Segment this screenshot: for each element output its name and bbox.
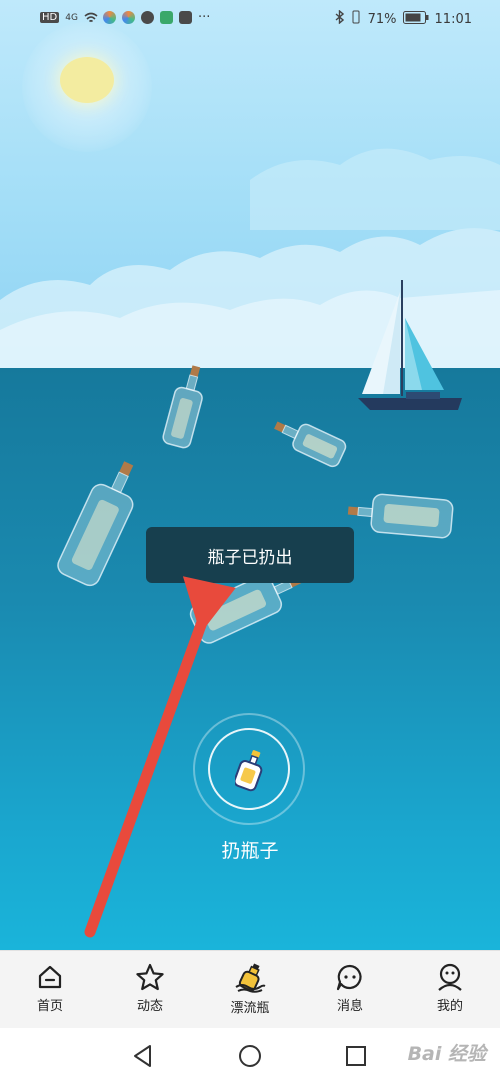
tab-activity-label: 动态 bbox=[136, 999, 163, 1014]
chat-icon bbox=[336, 964, 362, 991]
tab-activity[interactable]: 动态 bbox=[100, 951, 200, 1029]
floating-bottles bbox=[57, 365, 454, 644]
wifi-icon bbox=[84, 11, 98, 24]
bottle bbox=[347, 493, 454, 539]
tab-messages[interactable]: 消息 bbox=[300, 951, 400, 1029]
signal-indicator: 4G bbox=[65, 12, 78, 23]
network-type: HD bbox=[40, 12, 60, 23]
bluetooth-icon bbox=[335, 9, 344, 28]
tab-profile[interactable]: 我的 bbox=[400, 951, 500, 1029]
battery-percent: 71% bbox=[367, 11, 397, 27]
tab-drift-bottle[interactable]: 漂流瓶 bbox=[200, 951, 300, 1029]
message-notification-icon bbox=[140, 11, 154, 24]
more-notifications-icon: ··· bbox=[197, 10, 211, 25]
tab-home[interactable]: 首页 bbox=[0, 951, 100, 1029]
app-notification-icon bbox=[102, 11, 116, 24]
status-bar: HD 4G ··· 71% 11:01 bbox=[0, 0, 500, 38]
mail-notification-icon bbox=[178, 11, 192, 24]
profile-icon bbox=[438, 963, 462, 991]
tab-drift-bottle-label: 漂流瓶 bbox=[230, 1001, 270, 1016]
bottle bbox=[274, 421, 347, 468]
drift-bottle-icon bbox=[235, 963, 266, 993]
battery-icon bbox=[402, 10, 429, 28]
app-notification-icon-3 bbox=[159, 11, 173, 24]
annotation-arrow bbox=[84, 576, 236, 938]
bottom-tab-bar: 首页 动态 漂流瓶 消息 我的 bbox=[0, 950, 500, 1029]
tab-profile-label: 我的 bbox=[436, 999, 463, 1014]
tab-home-label: 首页 bbox=[36, 999, 63, 1014]
watermark: Bai 经验 bbox=[407, 1043, 486, 1065]
recent-apps-icon[interactable] bbox=[345, 1045, 367, 1067]
home-icon bbox=[38, 965, 62, 989]
tab-messages-label: 消息 bbox=[336, 999, 363, 1014]
vibrate-icon bbox=[350, 10, 362, 28]
back-icon[interactable] bbox=[132, 1044, 154, 1068]
star-icon bbox=[136, 963, 164, 991]
home-circle-icon[interactable] bbox=[238, 1044, 262, 1068]
bottle bbox=[162, 365, 203, 449]
clock: 11:01 bbox=[434, 11, 472, 27]
app-notification-icon-2 bbox=[121, 11, 135, 24]
